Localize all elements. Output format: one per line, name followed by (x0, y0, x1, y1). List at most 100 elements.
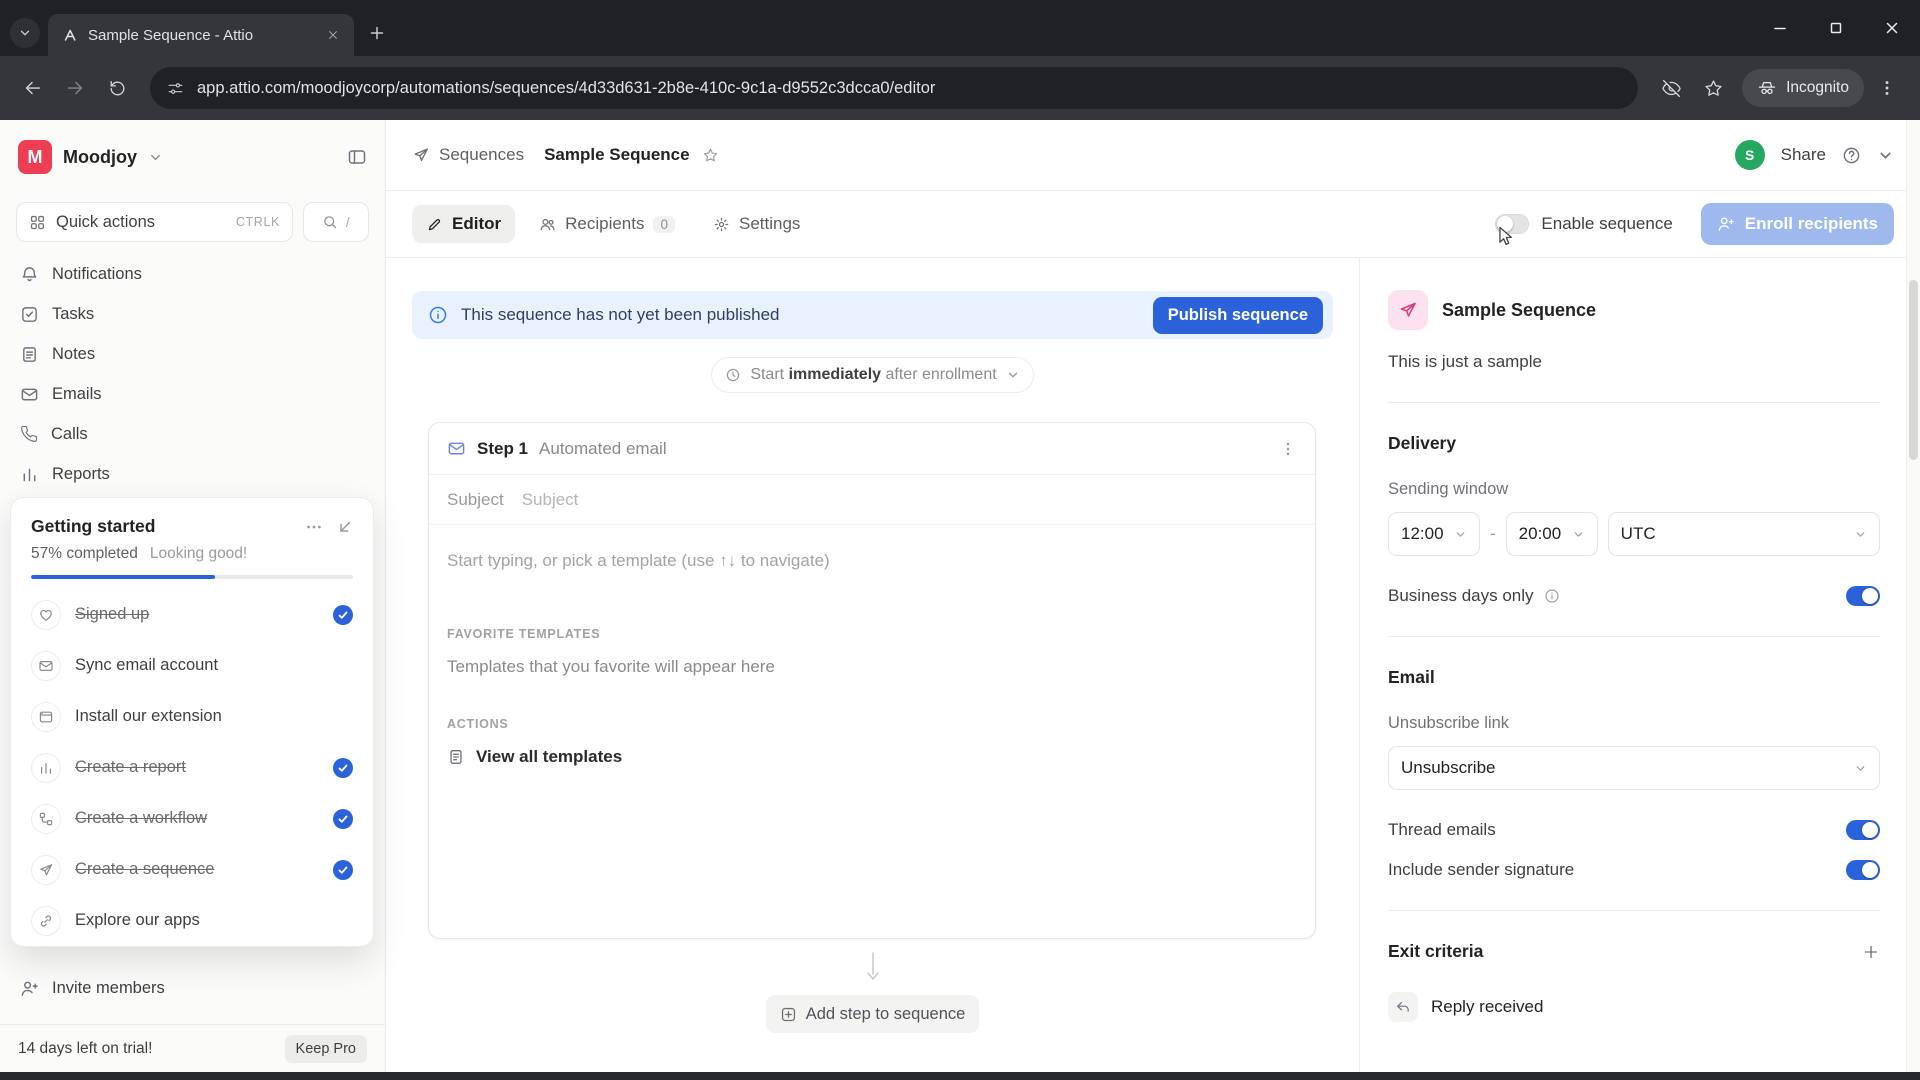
sequence-title: Sample Sequence (1442, 299, 1597, 320)
chart-icon (41, 762, 51, 774)
reply-icon (1388, 992, 1418, 1022)
delivery-heading: Delivery (1388, 433, 1457, 453)
sending-window-label: Sending window (1388, 480, 1509, 498)
tab-close-button[interactable] (322, 24, 344, 46)
window-end-select[interactable]: 20:00 (1505, 512, 1598, 556)
close-window-button[interactable] (1864, 0, 1920, 56)
search-button[interactable]: / (303, 202, 369, 242)
workspace-switcher[interactable]: M Moodjoy (0, 120, 385, 194)
workspace-name: Moodjoy (63, 146, 137, 167)
help-button[interactable] (1842, 146, 1861, 165)
header-more-button[interactable] (1877, 147, 1894, 164)
breadcrumb-sequences[interactable]: Sequences (412, 145, 524, 165)
sequence-badge-icon (1388, 290, 1428, 330)
tab-search-button[interactable] (10, 18, 40, 48)
getting-started-menu-button[interactable] (305, 518, 323, 536)
divider (1388, 636, 1880, 637)
tab-editor[interactable]: Editor (412, 205, 516, 243)
business-days-label: Business days only (1388, 586, 1534, 605)
chevron-down-icon (20, 30, 30, 36)
minimize-button[interactable] (1752, 0, 1808, 56)
chevron-down-icon (1856, 531, 1865, 537)
getting-started-card: Getting started 57% completed Looking go… (10, 497, 374, 947)
page-header: Sequences Sample Sequence S Share (386, 120, 1920, 191)
sidebar-item-notifications[interactable]: Notifications (10, 254, 375, 294)
sidebar-item-reports[interactable]: Reports (10, 454, 375, 494)
checklist-item-create-sequence[interactable]: Create a sequence (31, 844, 353, 895)
reload-button[interactable] (98, 69, 136, 107)
email-step-icon (447, 439, 466, 458)
check-badge (333, 604, 353, 625)
thread-emails-toggle[interactable] (1846, 820, 1880, 840)
back-button[interactable] (14, 69, 52, 107)
business-days-toggle[interactable] (1846, 586, 1880, 606)
start-trigger-selector[interactable]: Start immediately after enrollment (711, 357, 1034, 393)
quick-actions-icon (30, 215, 45, 229)
sidebar-item-label: Notifications (52, 264, 142, 283)
browser-tab[interactable]: Sample Sequence - Attio (48, 14, 354, 56)
collapse-sidebar-button[interactable] (347, 147, 367, 167)
pencil-icon (428, 218, 441, 230)
sender-signature-toggle[interactable] (1846, 860, 1880, 880)
sidebar-item-calls[interactable]: Calls (10, 414, 375, 454)
bookmark-button[interactable] (1694, 69, 1732, 107)
checklist-item-install-extension[interactable]: Install our extension (31, 691, 353, 742)
exit-criteria-item[interactable]: Reply received (1388, 992, 1880, 1022)
timezone-select[interactable]: UTC (1607, 512, 1880, 556)
subject-input[interactable] (521, 489, 1297, 510)
sidebar-nav: Notifications Tasks Notes Emails Calls R… (0, 254, 385, 494)
checklist-item-signed-up[interactable]: Signed up (31, 589, 353, 640)
enroll-recipients-button[interactable]: Enroll recipients (1700, 203, 1894, 245)
email-body-placeholder[interactable]: Start typing, or pick a template (use ↑↓… (447, 551, 1297, 571)
help-icon (1843, 147, 1860, 163)
chevron-down-icon (1856, 765, 1865, 771)
preview-hidden-button[interactable] (1652, 69, 1690, 107)
vertical-scrollbar[interactable] (1906, 120, 1920, 1072)
view-all-templates-button[interactable]: View all templates (447, 747, 1297, 767)
step-menu-button[interactable] (1279, 440, 1297, 458)
panel-toggle-icon (348, 150, 366, 164)
checklist-item-explore-apps[interactable]: Explore our apps (31, 895, 353, 946)
sidebar-item-tasks[interactable]: Tasks (10, 294, 375, 334)
maximize-button[interactable] (1808, 0, 1864, 56)
window-start-select[interactable]: 12:00 (1388, 512, 1480, 556)
tab-title: Sample Sequence - Attio (88, 26, 254, 44)
scrollbar-thumb[interactable] (1909, 280, 1918, 460)
invite-members-button[interactable]: Invite members (10, 968, 375, 1008)
browser-menu-button[interactable] (1868, 69, 1906, 107)
banner-text: This sequence has not yet been published (461, 305, 780, 324)
add-exit-criteria-button[interactable] (1862, 943, 1880, 961)
publish-sequence-button[interactable]: Publish sequence (1152, 296, 1323, 334)
keep-pro-button[interactable]: Keep Pro (284, 1034, 367, 1063)
sidebar-item-notes[interactable]: Notes (10, 334, 375, 374)
plus-icon (1864, 945, 1878, 958)
divider (1388, 402, 1880, 403)
checklist-item-create-report[interactable]: Create a report (31, 742, 353, 793)
divider (1388, 910, 1880, 911)
checklist-item-create-workflow[interactable]: Create a workflow (31, 793, 353, 844)
new-tab-button[interactable] (362, 18, 392, 48)
reload-icon (110, 80, 124, 95)
unsubscribe-select[interactable]: Unsubscribe (1388, 746, 1880, 790)
sidebar-item-emails[interactable]: Emails (10, 374, 375, 414)
quick-actions-button[interactable]: Quick actions CTRLK (16, 202, 293, 242)
forward-icon (67, 81, 83, 95)
tab-recipients[interactable]: Recipients 0 (525, 205, 689, 243)
forward-button[interactable] (56, 69, 94, 107)
share-button[interactable]: Share (1781, 145, 1826, 165)
favorite-button[interactable] (702, 147, 719, 164)
getting-started-collapse-button[interactable] (337, 519, 353, 535)
favorite-templates-empty: Templates that you favorite will appear … (447, 657, 775, 676)
tab-settings[interactable]: Settings (699, 205, 814, 243)
browser-titlebar: Sample Sequence - Attio (0, 0, 1920, 56)
avatar[interactable]: S (1734, 140, 1765, 170)
search-icon (323, 216, 336, 229)
back-icon (25, 81, 41, 95)
task-icon (22, 306, 37, 322)
checklist-item-sync-email[interactable]: Sync email account (31, 640, 353, 691)
sidebar-item-label: Notes (52, 344, 96, 363)
main-area: Sequences Sample Sequence S Share Editor… (386, 120, 1920, 1072)
address-bar[interactable]: app.attio.com/moodjoycorp/automations/se… (150, 67, 1639, 109)
sidebar-item-label: Tasks (52, 304, 95, 323)
add-step-button[interactable]: Add step to sequence (765, 995, 980, 1033)
